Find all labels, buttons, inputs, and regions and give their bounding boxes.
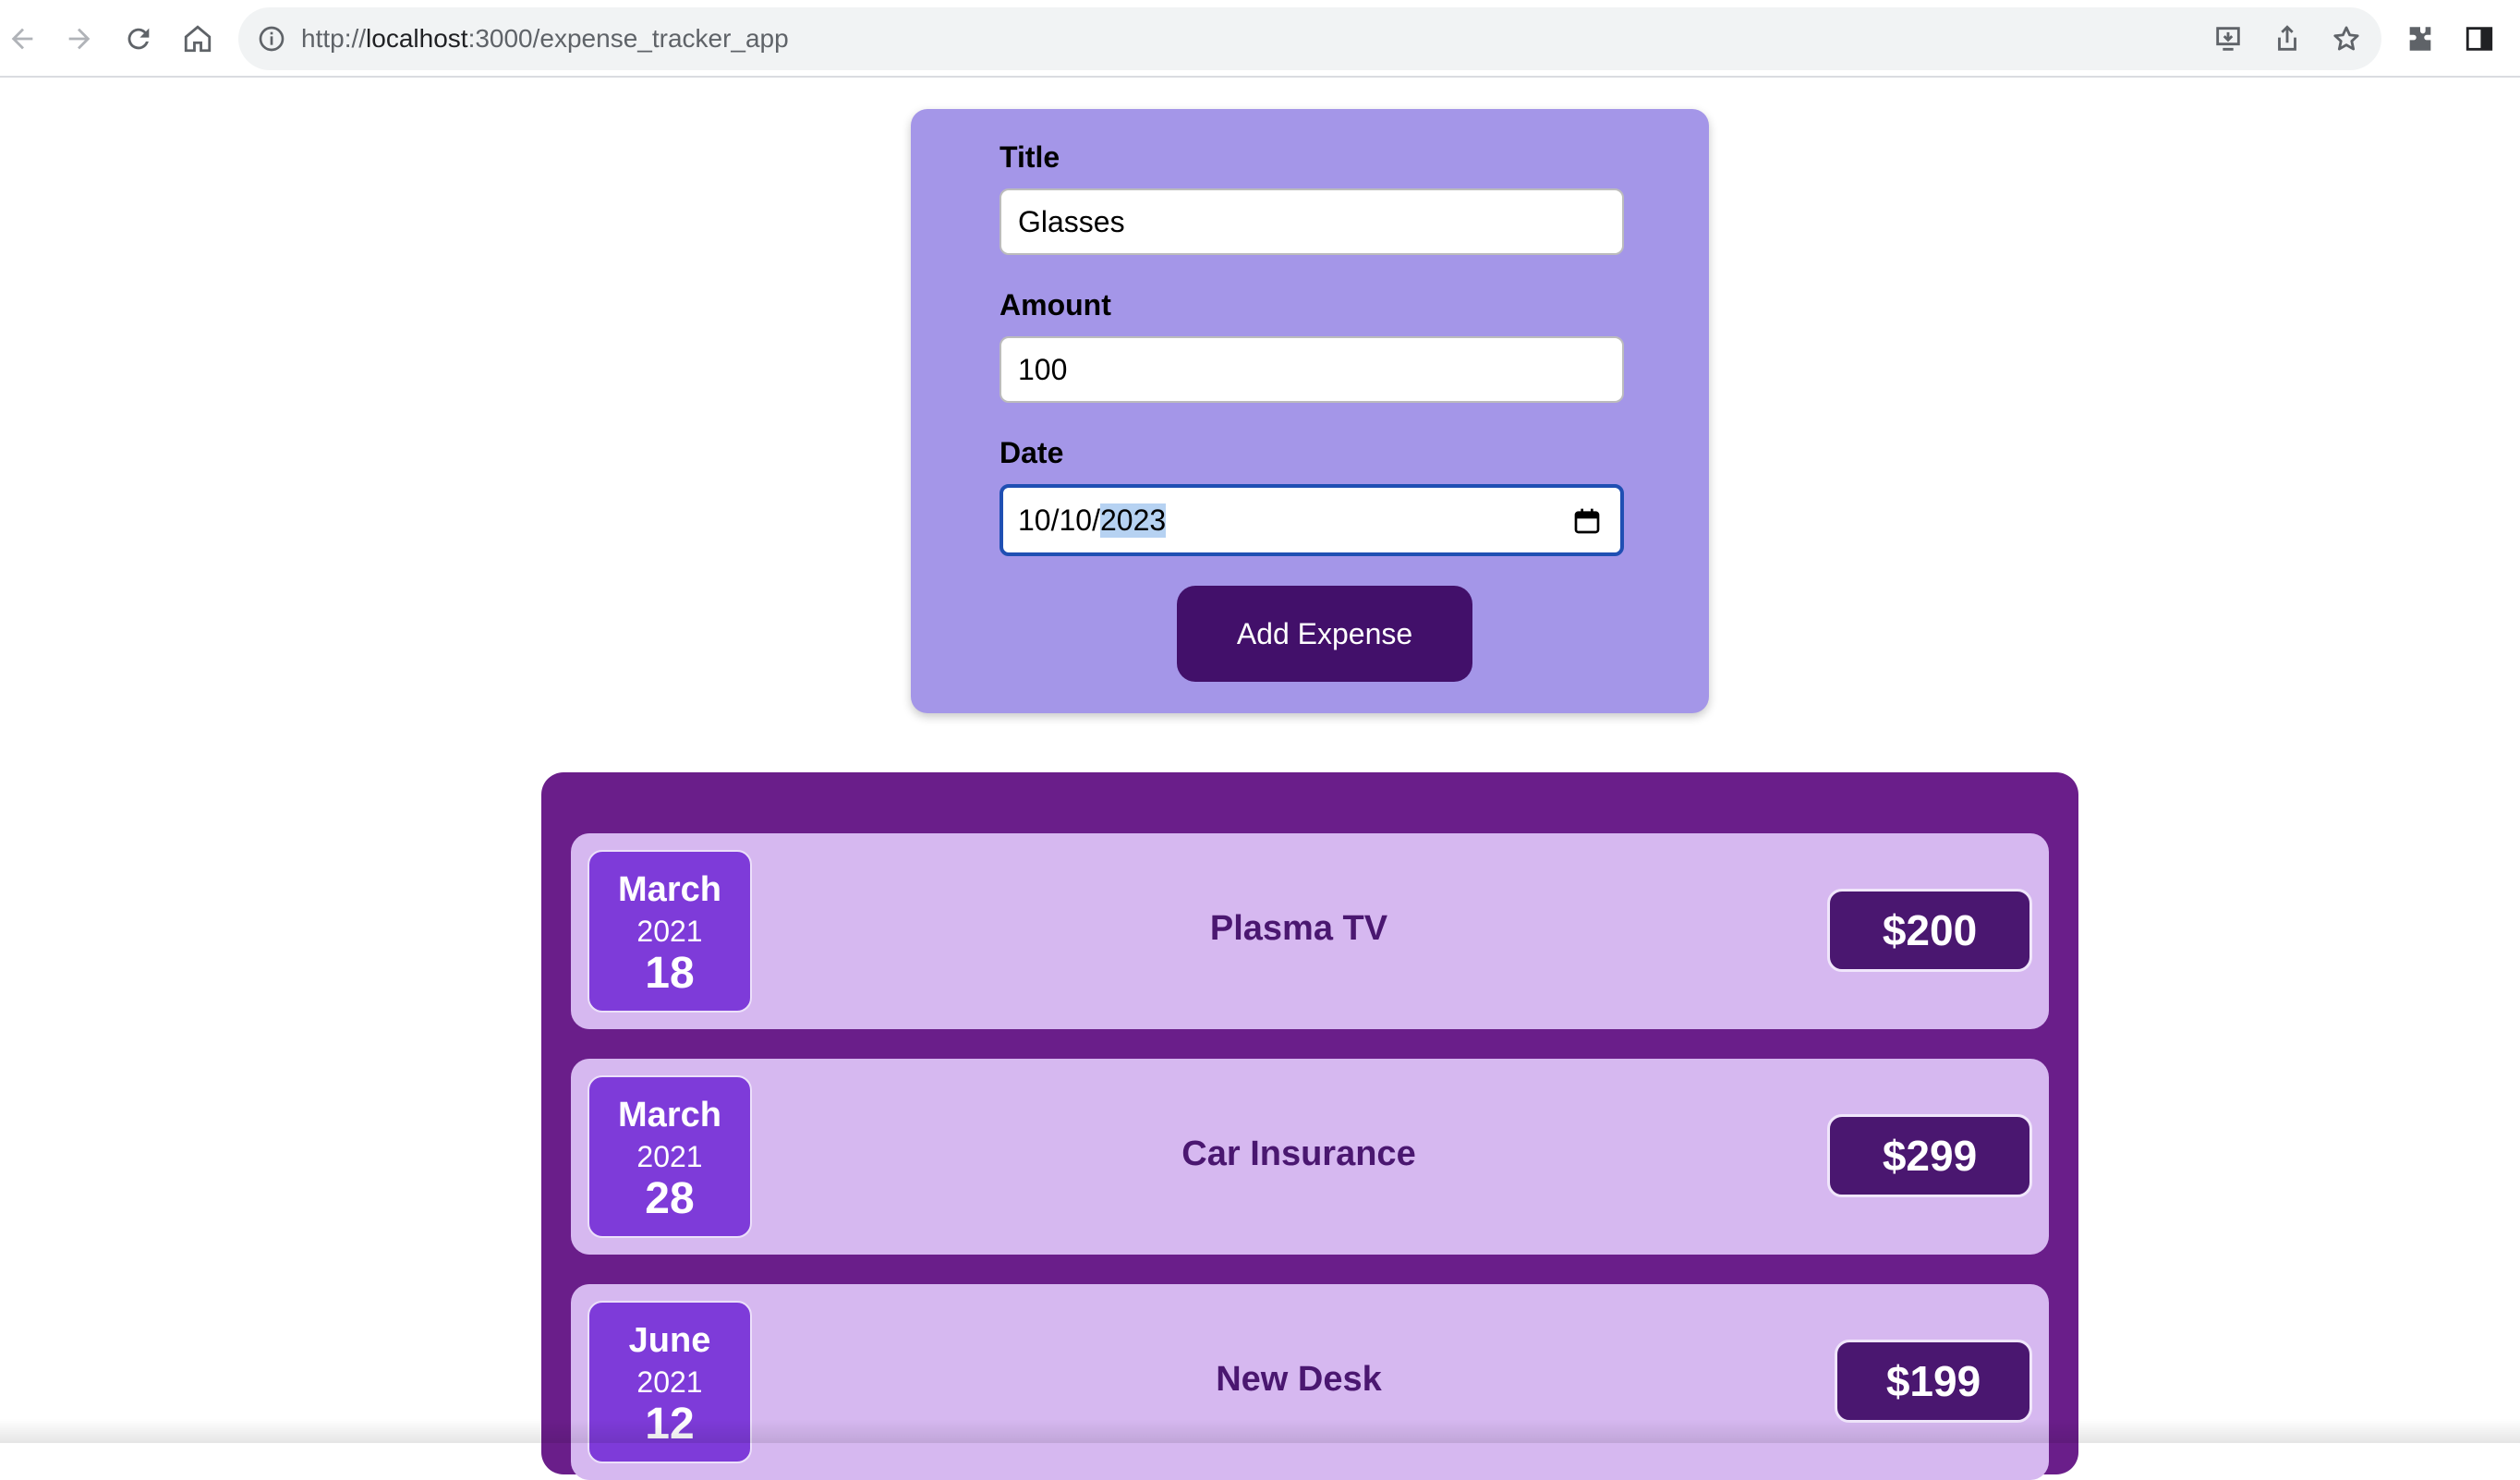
- title-label: Title: [1000, 140, 1060, 174]
- amount-label: Amount: [1000, 288, 1111, 321]
- url-path: :3000/expense_tracker_app: [467, 24, 789, 53]
- date-label: Date: [1000, 436, 1064, 469]
- install-icon: [2216, 27, 2240, 51]
- add-expense-button[interactable]: Add Expense: [1177, 586, 1472, 682]
- expense-item[interactable]: June 2021 12 New Desk $199: [571, 1284, 2049, 1480]
- expense-amount: $199: [1835, 1340, 2032, 1423]
- extensions-button[interactable]: [2400, 18, 2441, 59]
- share-icon: [2278, 25, 2296, 51]
- forward-button[interactable]: [57, 17, 102, 61]
- extensions-icon: [2409, 27, 2431, 51]
- expense-year: 2021: [636, 1140, 703, 1173]
- expense-month: March: [618, 870, 721, 909]
- url-host: localhost: [366, 24, 468, 53]
- share-button[interactable]: [2269, 20, 2306, 57]
- install-button[interactable]: [2210, 20, 2247, 57]
- new-expense-form: Title Amount Date 10/10/2023 Add Expense: [911, 109, 1709, 713]
- expense-title: Plasma TV: [1209, 909, 1388, 948]
- expense-date: March 2021 18: [588, 850, 752, 1013]
- reload-button[interactable]: [116, 17, 161, 61]
- back-button[interactable]: [0, 17, 44, 61]
- bookmark-button[interactable]: [2328, 20, 2365, 57]
- amount-input[interactable]: [1000, 336, 1624, 403]
- expense-title: New Desk: [1216, 1360, 1382, 1399]
- date-year-segment[interactable]: 2023: [1099, 503, 1167, 538]
- expense-day: 18: [645, 949, 695, 998]
- expense-amount: $299: [1827, 1114, 2032, 1197]
- expense-item[interactable]: March 2021 28 Car Insurance $299: [571, 1059, 2049, 1255]
- url-scheme: http://: [301, 24, 367, 53]
- browser-toolbar: http://localhost:3000/expense_tracker_ap…: [0, 0, 2520, 78]
- forward-icon: [68, 28, 91, 50]
- expense-year: 2021: [636, 915, 703, 948]
- expense-year: 2021: [636, 1365, 703, 1399]
- date-value-prefix: 10/10/: [1018, 503, 1100, 537]
- side-panel-button[interactable]: [2459, 18, 2500, 59]
- expense-month: June: [628, 1321, 711, 1360]
- expense-day: 28: [645, 1174, 695, 1223]
- back-icon: [11, 28, 33, 50]
- expense-month: March: [618, 1096, 721, 1134]
- title-input[interactable]: [1000, 188, 1624, 255]
- date-input[interactable]: 10/10/2023: [1000, 484, 1624, 556]
- calendar-icon[interactable]: [1572, 506, 1602, 536]
- home-icon: [184, 25, 212, 53]
- address-bar[interactable]: http://localhost:3000/expense_tracker_ap…: [238, 7, 2381, 70]
- bookmark-star-icon: [2333, 26, 2359, 51]
- url-text[interactable]: http://localhost:3000/expense_tracker_ap…: [301, 24, 789, 54]
- expense-title: Car Insurance: [1181, 1134, 1416, 1173]
- expense-item[interactable]: March 2021 18 Plasma TV $200: [571, 833, 2049, 1029]
- home-button[interactable]: [176, 17, 220, 61]
- info-icon[interactable]: [257, 24, 286, 54]
- side-panel-icon: [2465, 27, 2493, 51]
- expense-amount: $200: [1827, 889, 2032, 972]
- expense-date: March 2021 28: [588, 1075, 752, 1238]
- page-bottom-shadow: [0, 1419, 2520, 1443]
- expense-list: March 2021 18 Plasma TV $200 March 2021 …: [541, 772, 2078, 1480]
- reload-icon: [127, 28, 150, 50]
